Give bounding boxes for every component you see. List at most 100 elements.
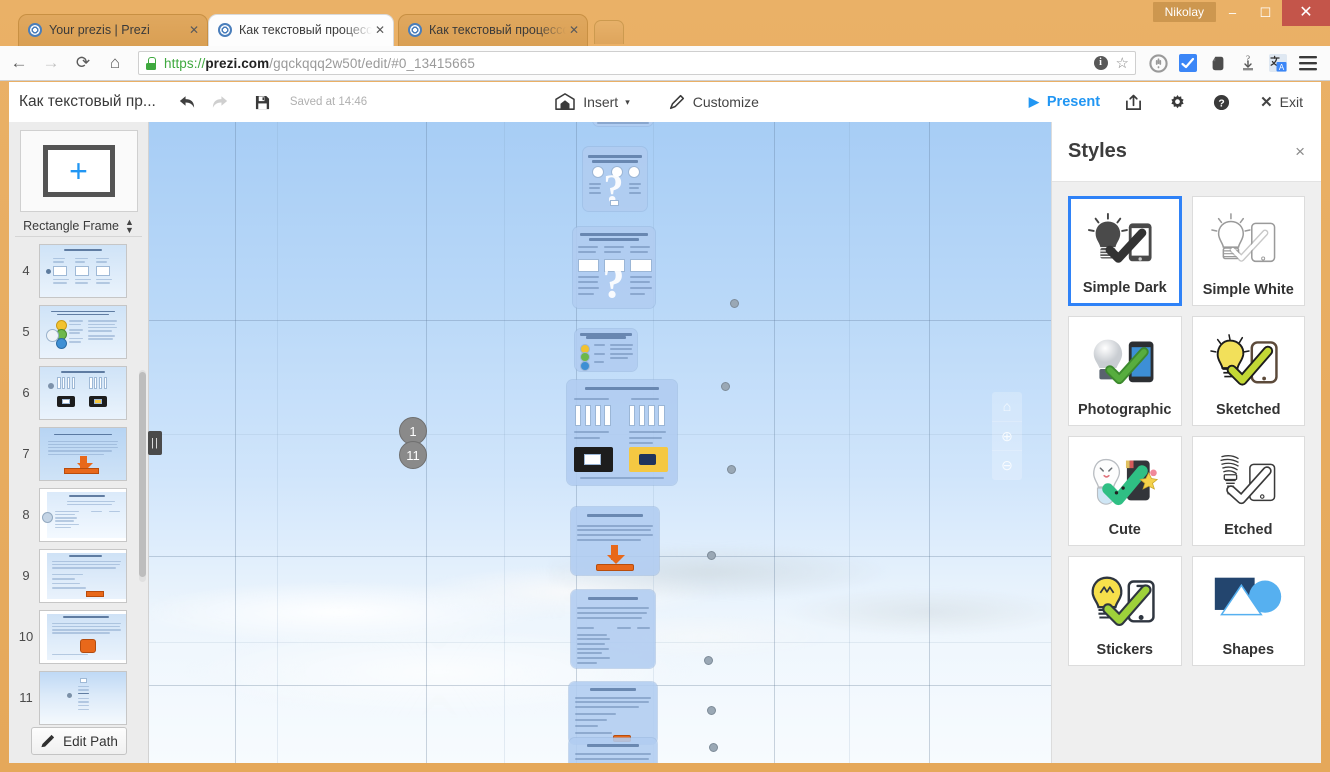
- forward-icon[interactable]: →: [38, 50, 64, 76]
- prezi-icon: [408, 23, 422, 37]
- list-item[interactable]: 9: [9, 545, 149, 606]
- canvas-slide[interactable]: [575, 329, 637, 371]
- url-path: /gqckqqq2w50t/edit/#0_13415665: [269, 55, 475, 71]
- canvas-slide[interactable]: [571, 507, 659, 575]
- path-bullet[interactable]: [709, 743, 718, 752]
- frame-thumbnail[interactable]: [39, 548, 127, 603]
- frame-thumbnail[interactable]: [39, 670, 127, 725]
- canvas-slide[interactable]: [593, 122, 653, 126]
- style-name: Shapes: [1222, 642, 1275, 658]
- style-card-simple-white[interactable]: Simple White: [1191, 196, 1305, 306]
- frame-thumbnail[interactable]: [39, 426, 127, 481]
- save-icon[interactable]: [246, 88, 280, 116]
- adblock-icon[interactable]: [1144, 50, 1172, 76]
- list-item[interactable]: 10: [9, 606, 149, 667]
- exit-button[interactable]: ✕ Exit: [1248, 87, 1315, 117]
- canvas-slide[interactable]: [567, 380, 677, 485]
- browser-tab-0[interactable]: Your prezis | Prezi ✕: [18, 14, 208, 46]
- question-download-icon[interactable]: ?: [1234, 50, 1262, 76]
- prezi-canvas[interactable]: ? ? 1 11 ⌂ ⊕ ⊖: [149, 122, 1051, 763]
- frame-thumbnail[interactable]: [39, 304, 127, 359]
- list-item[interactable]: 8: [9, 484, 149, 545]
- pencil-icon: [41, 734, 55, 747]
- grid-line: [149, 320, 1051, 321]
- add-frame-button[interactable]: +: [19, 130, 138, 212]
- style-card-stickers[interactable]: Stickers: [1068, 556, 1182, 666]
- close-panel-icon[interactable]: ×: [1295, 142, 1305, 162]
- zoom-in-icon[interactable]: ⊕: [992, 422, 1022, 452]
- present-button[interactable]: ▶ Present: [1029, 94, 1100, 110]
- prezi-icon: [28, 23, 42, 37]
- close-tab-icon[interactable]: ✕: [186, 23, 202, 37]
- frame-type-selector[interactable]: Rectangle Frame ▲ ▼: [19, 217, 138, 235]
- translate-icon[interactable]: A: [1264, 50, 1292, 76]
- sidebar-scrollbar-thumb[interactable]: [139, 372, 146, 577]
- page-info-icon[interactable]: i: [1093, 56, 1108, 70]
- style-card-cute[interactable]: Cute: [1068, 436, 1182, 546]
- home-view-icon[interactable]: ⌂: [992, 392, 1022, 422]
- back-icon[interactable]: ←: [6, 50, 32, 76]
- close-tab-icon[interactable]: ✕: [372, 23, 388, 37]
- close-tab-icon[interactable]: ✕: [566, 23, 582, 37]
- list-item[interactable]: 6: [9, 362, 149, 423]
- redo-icon[interactable]: [204, 88, 238, 116]
- style-card-etched[interactable]: Etched: [1191, 436, 1305, 546]
- reload-icon[interactable]: ⟳: [70, 50, 96, 76]
- help-icon[interactable]: ?: [1204, 88, 1238, 116]
- frame-number: 4: [22, 263, 30, 278]
- share-icon[interactable]: [1116, 88, 1150, 116]
- customize-button[interactable]: Customize: [656, 87, 771, 117]
- list-item[interactable]: 5: [9, 301, 149, 362]
- browser-window: Nikolay – ☐ ✕ Your prezis | Prezi ✕ Как …: [0, 0, 1330, 772]
- browser-tab-2[interactable]: Как текстовый процессор ✕: [398, 14, 588, 46]
- path-bullet[interactable]: [727, 465, 736, 474]
- url-scheme: https://: [164, 55, 206, 71]
- evernote-icon[interactable]: [1204, 50, 1232, 76]
- new-tab-button[interactable]: [594, 20, 624, 44]
- home-icon[interactable]: ⌂: [102, 50, 128, 76]
- gear-icon[interactable]: [1160, 88, 1194, 116]
- style-card-photographic[interactable]: Photographic: [1068, 316, 1182, 426]
- frames-thumbnail-list[interactable]: 4 5 6 7 8 9 10 11: [9, 240, 149, 772]
- address-bar[interactable]: https://prezi.com/gqckqqq2w50t/edit/#0_1…: [138, 51, 1136, 75]
- canvas-slide[interactable]: ?: [573, 227, 655, 308]
- canvas-slide[interactable]: [569, 738, 657, 763]
- canvas-slide[interactable]: [569, 682, 657, 744]
- path-bullet[interactable]: [704, 656, 713, 665]
- style-card-simple-dark[interactable]: Simple Dark: [1068, 196, 1182, 306]
- panel-title: Styles: [1068, 140, 1127, 162]
- frame-thumbnail[interactable]: [39, 609, 127, 664]
- canvas-slide[interactable]: ?: [583, 147, 647, 211]
- frame-thumbnail[interactable]: [39, 243, 127, 298]
- insert-button[interactable]: Insert ▾: [542, 87, 642, 117]
- menu-icon[interactable]: [1294, 50, 1322, 76]
- list-item[interactable]: 11: [9, 667, 149, 728]
- style-card-shapes[interactable]: Shapes: [1191, 556, 1305, 666]
- sidebar-collapse-handle[interactable]: ||: [148, 431, 162, 455]
- edit-path-button[interactable]: Edit Path: [31, 727, 127, 755]
- path-bullet[interactable]: [730, 299, 739, 308]
- frame-thumbnail[interactable]: [39, 365, 127, 420]
- path-marker-11[interactable]: 11: [399, 441, 427, 469]
- zoom-out-icon[interactable]: ⊖: [992, 451, 1022, 480]
- frame-thumbnail[interactable]: [39, 487, 127, 542]
- style-card-sketched[interactable]: Sketched: [1191, 316, 1305, 426]
- list-item[interactable]: 4: [9, 240, 149, 301]
- prezi-doc-title[interactable]: Как текстовый пр...: [19, 93, 156, 111]
- bulb-phone-cute-icon: [1069, 437, 1181, 522]
- path-bullet[interactable]: [707, 706, 716, 715]
- svg-text:?: ?: [1218, 98, 1224, 109]
- bulb-phone-sketch-icon: [1193, 317, 1305, 402]
- path-bullet[interactable]: [707, 551, 716, 560]
- list-item[interactable]: 7: [9, 423, 149, 484]
- browser-tab-1[interactable]: Как текстовый процессор ✕: [208, 14, 394, 46]
- path-bullet[interactable]: [721, 382, 730, 391]
- style-name: Cute: [1108, 522, 1141, 538]
- checkmark-extension-icon[interactable]: [1174, 50, 1202, 76]
- style-name: Etched: [1224, 522, 1273, 538]
- bookmark-star-icon[interactable]: ☆: [1116, 54, 1129, 72]
- bulb-phone-etched-icon: [1193, 437, 1305, 522]
- spinner-icon: ▲ ▼: [124, 217, 134, 235]
- undo-icon[interactable]: [170, 88, 204, 116]
- canvas-slide[interactable]: [571, 590, 655, 668]
